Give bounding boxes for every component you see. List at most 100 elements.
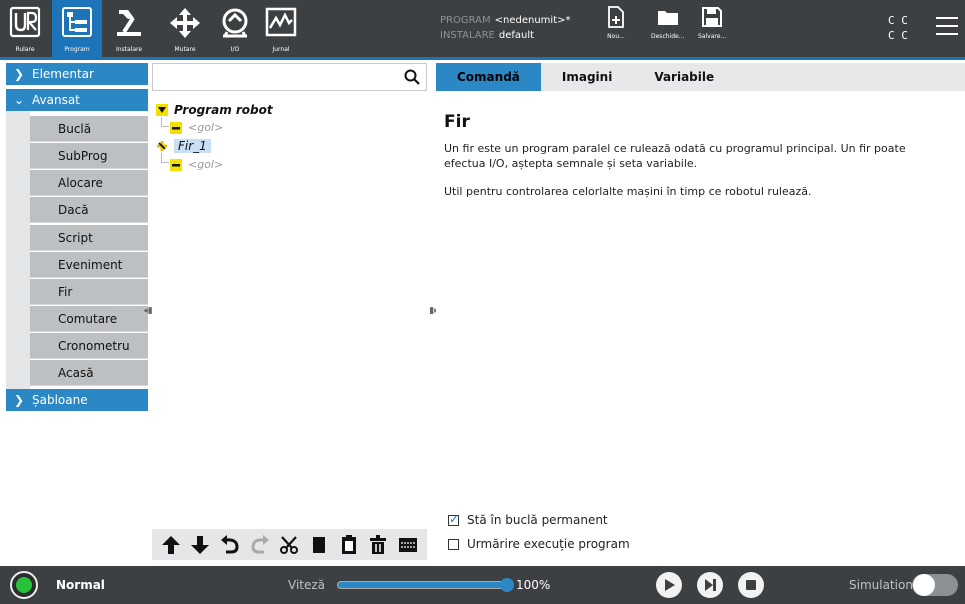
open-program-label: Deschide... <box>651 33 685 40</box>
stop-icon <box>746 580 756 590</box>
tab-command[interactable]: Comandă <box>436 63 541 91</box>
speed-value: 100% <box>516 578 551 592</box>
step-icon <box>705 579 716 591</box>
nav-program-label: Program <box>64 46 90 53</box>
command-switch[interactable]: Comutare <box>30 306 148 332</box>
save-program-button[interactable]: Salvare... <box>698 6 726 52</box>
cut-button[interactable] <box>278 534 300 556</box>
nav-move-button[interactable]: Mutare <box>160 0 210 57</box>
speed-slider[interactable] <box>337 581 509 589</box>
tree-search-input[interactable] <box>152 63 427 91</box>
command-subprog[interactable]: SubProg <box>30 143 148 169</box>
robot-status-text: Normal <box>56 578 105 592</box>
open-program-button[interactable]: Deschide... <box>651 6 684 52</box>
command-gutter <box>6 111 30 399</box>
tree-node-empty-2-label: <gol> <box>188 158 224 171</box>
category-templates[interactable]: ❯ Șabloane <box>6 389 148 411</box>
tree-node-empty-1-label: <gol> <box>188 121 224 134</box>
nav-program-button[interactable]: Program <box>52 0 102 57</box>
step-button[interactable] <box>697 572 723 598</box>
move-icon <box>170 8 200 38</box>
tree-connector <box>161 153 169 163</box>
trace-execution-option[interactable]: Urmărire execuție program <box>448 537 630 551</box>
copy-button[interactable] <box>308 534 330 556</box>
tree-node-root[interactable]: Program robot <box>156 103 273 117</box>
open-folder-icon <box>657 11 678 25</box>
hamburger-menu-icon[interactable] <box>936 17 958 35</box>
nav-installation-button[interactable]: Instalare <box>104 0 154 57</box>
play-button[interactable] <box>656 572 682 598</box>
command-loop[interactable]: Buclă <box>30 116 148 142</box>
undo-button[interactable] <box>219 534 241 556</box>
command-event[interactable]: Eveniment <box>30 252 148 278</box>
new-program-button[interactable]: Nou... <box>605 6 627 52</box>
save-icon <box>702 7 723 27</box>
loop-forever-checkbox[interactable] <box>448 512 459 526</box>
control-indicator-row2: C C <box>888 29 908 42</box>
command-timer[interactable]: Cronometru <box>30 333 148 359</box>
speed-label: Viteză <box>288 578 326 592</box>
command-script[interactable]: Script <box>30 225 148 251</box>
installation-icon <box>117 10 141 36</box>
nav-log-label: Jurnal <box>272 46 290 53</box>
expanded-triangle-icon <box>156 104 168 116</box>
loop-forever-label: Stă în buclă permanent <box>467 513 608 527</box>
suppress-button[interactable] <box>397 534 419 556</box>
cut-icon <box>280 535 299 554</box>
category-advanced-label: Avansat <box>32 93 80 107</box>
thread-icon <box>157 141 167 151</box>
simulation-toggle[interactable] <box>912 574 958 596</box>
top-bar: Rulare Program Instalare Mutare I/O Jurn… <box>0 0 965 57</box>
command-home[interactable]: Acasă <box>30 360 148 386</box>
nav-io-button[interactable]: I/O <box>210 0 260 57</box>
speed-slider-fill <box>338 582 508 588</box>
nav-run-button[interactable]: Rulare <box>0 0 50 57</box>
command-if[interactable]: Dacă <box>30 197 148 223</box>
program-label: PROGRAM <box>440 15 491 26</box>
empty-node-icon <box>170 158 182 171</box>
tree-node-empty-2[interactable]: <gol> <box>170 158 223 171</box>
stop-button[interactable] <box>738 572 764 598</box>
tab-graphics[interactable]: Imagini <box>541 63 633 91</box>
loop-forever-option[interactable]: Stă în buclă permanent <box>448 512 608 527</box>
redo-button[interactable] <box>249 534 271 556</box>
trace-execution-label: Urmărire execuție program <box>467 537 630 551</box>
nav-io-label: I/O <box>230 46 240 53</box>
nav-installation-label: Instalare <box>115 46 143 53</box>
command-assignment[interactable]: Alocare <box>30 170 148 196</box>
installation-name: default <box>498 30 535 41</box>
speed-slider-knob[interactable] <box>500 578 514 592</box>
search-icon[interactable] <box>404 69 420 85</box>
trace-execution-checkbox[interactable] <box>448 538 459 550</box>
category-basic[interactable]: ❯ Elementar <box>6 63 148 85</box>
command-description: Un fir este un program paralel ce ruleaz… <box>444 142 906 170</box>
move-up-button[interactable] <box>160 534 182 556</box>
paste-button[interactable] <box>338 534 360 556</box>
topbar-accent-line <box>0 57 965 60</box>
nav-log-button[interactable]: Jurnal <box>256 0 306 57</box>
delete-button[interactable] <box>367 534 389 556</box>
command-panel: ❯ Elementar ⌄ Avansat Buclă SubProg Aloc… <box>6 63 148 560</box>
command-thread[interactable]: Fir <box>30 279 148 305</box>
tab-variables[interactable]: Variabile <box>633 63 735 91</box>
program-info: PROGRAM <nedenumit>* INSTALARE default <box>440 13 571 43</box>
robot-status-icon[interactable] <box>10 571 38 599</box>
tree-node-empty-1[interactable]: <gol> <box>170 121 223 134</box>
log-icon <box>265 7 297 37</box>
move-down-button[interactable] <box>189 534 211 556</box>
delete-icon <box>370 534 387 554</box>
copy-icon <box>313 536 326 553</box>
undo-icon <box>221 534 239 553</box>
installation-label: INSTALARE <box>440 30 495 41</box>
nav-move-label: Mutare <box>174 46 196 53</box>
ur-logo-icon <box>9 6 41 38</box>
tree-toolbar <box>152 529 427 560</box>
chevron-right-icon: ❯ <box>14 393 25 407</box>
detail-tabs: Comandă Imagini Variabile <box>436 63 965 91</box>
simulation-toggle-knob <box>913 574 935 596</box>
move-down-icon <box>191 535 210 554</box>
tree-node-thread[interactable]: Fir_1 <box>156 139 211 153</box>
nav-run-label: Rulare <box>15 46 35 53</box>
program-name: <nedenumit>* <box>494 15 571 26</box>
category-advanced[interactable]: ⌄ Avansat <box>6 89 148 111</box>
